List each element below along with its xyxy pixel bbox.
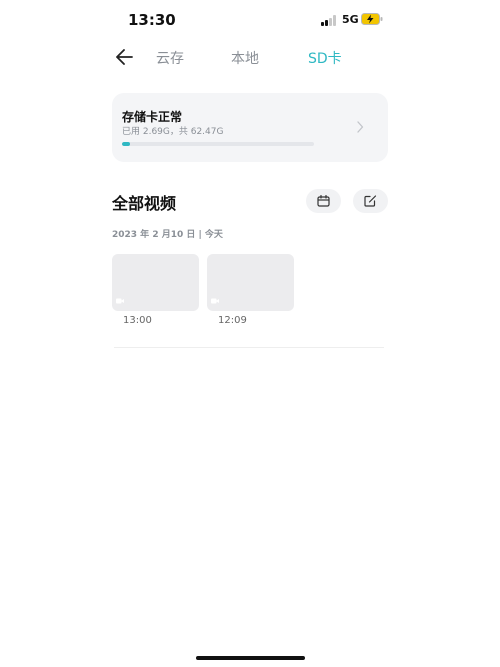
chevron-right-icon (357, 121, 364, 133)
storage-status-title: 存储卡正常 (122, 110, 183, 124)
edit-button[interactable] (353, 189, 388, 213)
tab-cloud-storage[interactable]: 云存 (156, 48, 184, 68)
divider (114, 347, 384, 348)
battery-charging-icon (361, 13, 383, 25)
status-bar: 13:30 5G (0, 0, 500, 40)
storage-usage-fill (122, 142, 131, 146)
calendar-icon (317, 195, 330, 207)
tab-local[interactable]: 本地 (231, 48, 259, 68)
camera-icon (211, 298, 219, 304)
status-time: 13:30 (128, 11, 176, 29)
video-thumbnail[interactable] (207, 254, 294, 311)
storage-status-card[interactable]: 存储卡正常 已用 2.69G，共 62.47G (112, 93, 388, 162)
network-label: 5G (342, 13, 359, 26)
arrow-left-icon[interactable] (112, 46, 138, 68)
nav-bar: 云存 本地 SD卡 (0, 40, 500, 76)
video-time: 13:00 (123, 315, 152, 326)
cellular-signal-icon (321, 15, 339, 26)
video-time: 12:09 (218, 315, 247, 326)
video-thumbnail[interactable] (112, 254, 199, 311)
all-videos-title: 全部视频 (112, 194, 177, 213)
home-indicator[interactable] (196, 656, 305, 660)
date-label: 2023 年 2 月10 日 | 今天 (112, 230, 223, 240)
edit-icon (364, 195, 377, 207)
calendar-button[interactable] (306, 189, 341, 213)
storage-usage-text: 已用 2.69G，共 62.47G (122, 127, 224, 137)
tab-sd-card[interactable]: SD卡 (308, 48, 342, 68)
camera-icon (116, 298, 124, 304)
storage-usage-bar (122, 142, 314, 146)
